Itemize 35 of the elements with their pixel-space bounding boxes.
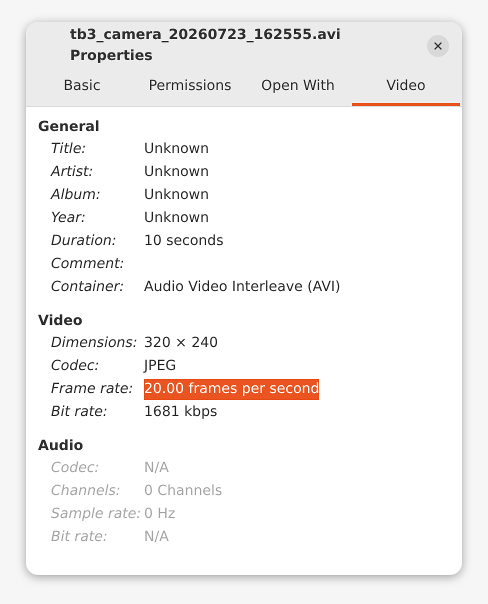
- tab[interactable]: Video: [352, 70, 460, 106]
- property-label: Album:: [51, 186, 102, 205]
- window-title: tb3_camera_20260723_162555.avi Properties: [70, 26, 342, 66]
- property-label: Duration:: [51, 232, 118, 251]
- property-label: Bit rate:: [51, 528, 109, 547]
- tab[interactable]: Open With: [244, 70, 352, 106]
- property-value[interactable]: Audio Video Interleave (AVI): [144, 277, 341, 298]
- property-label: Codec:: [51, 459, 100, 478]
- property-label: Codec:: [51, 357, 100, 376]
- property-label: Container:: [51, 278, 126, 297]
- tab[interactable]: Basic: [28, 70, 136, 106]
- property-label: Comment:: [51, 255, 126, 274]
- property-label: Sample rate:: [51, 505, 142, 524]
- property-value[interactable]: Unknown: [144, 162, 209, 183]
- property-label: Title:: [51, 140, 88, 159]
- property-value[interactable]: JPEG: [144, 356, 176, 377]
- property-value[interactable]: Unknown: [144, 139, 209, 160]
- property-label: Dimensions:: [51, 334, 138, 353]
- tab[interactable]: Permissions: [136, 70, 244, 106]
- section-heading: Audio: [38, 437, 84, 456]
- section-heading: General: [38, 118, 101, 137]
- section-heading: Video: [38, 312, 84, 331]
- close-icon: [432, 40, 444, 52]
- property-value[interactable]: 1681 kbps: [144, 402, 218, 423]
- property-value[interactable]: 10 seconds: [144, 231, 224, 252]
- property-label: Channels:: [51, 482, 122, 501]
- property-value[interactable]: 20.00 frames per second: [144, 379, 320, 400]
- close-button[interactable]: [427, 35, 449, 57]
- property-value[interactable]: 320 × 240: [144, 333, 218, 354]
- property-label: Year:: [51, 209, 87, 228]
- property-label: Bit rate:: [51, 403, 109, 422]
- property-label: Artist:: [51, 163, 94, 182]
- property-value[interactable]: Unknown: [144, 185, 209, 206]
- property-value[interactable]: Unknown: [144, 208, 209, 229]
- property-label: Frame rate:: [51, 380, 134, 399]
